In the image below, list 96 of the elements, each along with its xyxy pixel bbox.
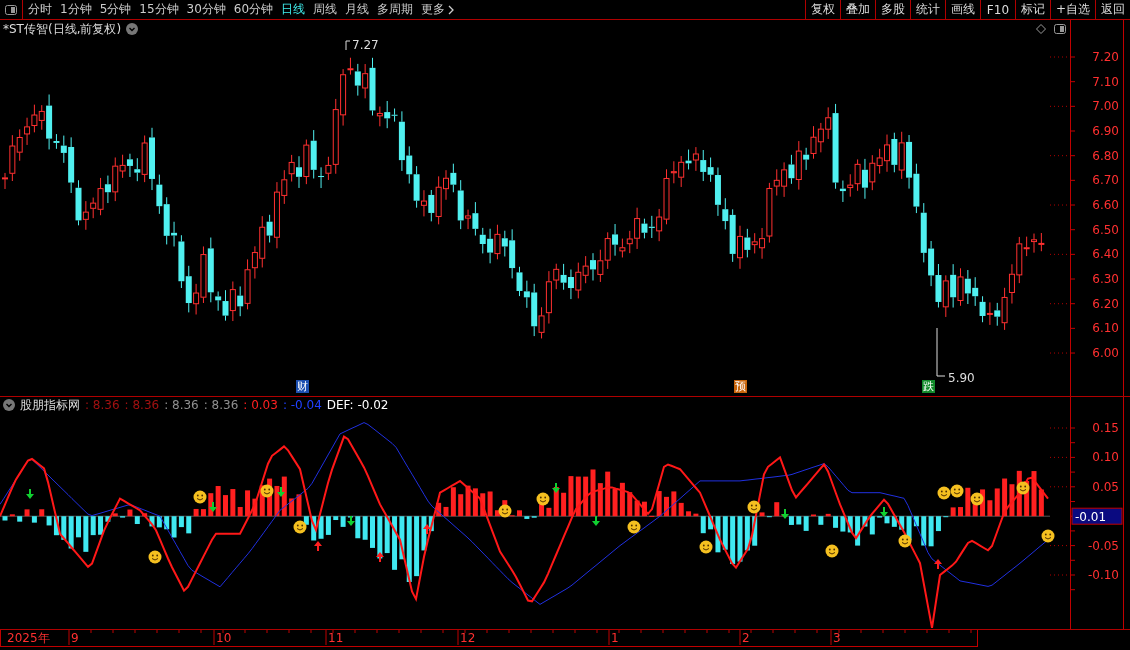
smiley-icon [1041, 529, 1055, 543]
histogram-bar [370, 516, 375, 548]
period-tab[interactable]: 分时 [28, 1, 52, 18]
price-axis-label: 7.00 [1092, 99, 1119, 114]
indicator-value: : 8.36 [85, 398, 120, 412]
panel-toggle-icon[interactable] [5, 4, 17, 15]
histogram-bar [958, 507, 963, 517]
date-axis-label: 3 [833, 631, 841, 645]
smiley-icon [825, 544, 839, 558]
smiley-icon [627, 520, 641, 534]
price-axis-label: 6.10 [1092, 321, 1119, 336]
period-tab[interactable]: 60分钟 [233, 1, 274, 18]
smiley-icon [148, 550, 162, 564]
histogram-bar [517, 510, 522, 517]
histogram-bar [788, 516, 794, 525]
price-axis-label: 6.50 [1092, 222, 1119, 237]
histogram-bar [811, 514, 816, 517]
smiley-icon [970, 492, 984, 506]
date-axis-label: 11 [328, 631, 344, 645]
leader-line [345, 40, 351, 51]
period-tab[interactable]: 月线 [345, 1, 370, 18]
price-axis-label: 7.10 [1092, 74, 1119, 89]
indicator-value: : 8.36 [124, 398, 160, 412]
date-axis-label: 9 [71, 631, 79, 645]
up-arrow-icon [423, 524, 431, 534]
dropdown-icon[interactable] [126, 23, 139, 35]
date-axis-label: 2 [742, 631, 750, 645]
histogram-bar [76, 516, 81, 538]
indicator-value: DEF: -0.02 [326, 398, 389, 412]
down-arrow-icon [347, 516, 355, 526]
smiley-icon [498, 504, 512, 518]
chevron-icon [448, 4, 456, 15]
indicator-value: : 8.36 [164, 398, 199, 412]
down-arrow-icon [592, 516, 600, 526]
indicator-axis-label: 0.05 [1092, 479, 1119, 494]
smiley-icon [293, 520, 307, 534]
dropdown-icon[interactable] [3, 399, 15, 411]
event-marker[interactable]: 财 [296, 380, 309, 393]
indicator-axis-label: 0.10 [1092, 450, 1119, 465]
down-arrow-icon [880, 507, 888, 517]
current-value-label: -0.01 [1071, 507, 1123, 525]
diamond-icon[interactable] [1036, 24, 1046, 34]
histogram-bar [664, 496, 669, 517]
up-arrow-icon [376, 552, 384, 562]
period-tab[interactable]: 日线 [281, 1, 306, 18]
period-tab[interactable]: 15分钟 [139, 1, 179, 18]
date-axis-label: 12 [460, 631, 476, 645]
down-arrow-icon [781, 509, 789, 519]
period-tab[interactable]: 5分钟 [99, 1, 132, 18]
smiley-icon [260, 484, 274, 498]
date-axis-label: 2025年 [7, 631, 50, 645]
event-marker[interactable]: 预 [734, 380, 747, 393]
smiley-icon [747, 500, 761, 514]
indicator-value: : 0.03 [243, 398, 278, 412]
down-arrow-icon [277, 487, 285, 497]
indicator-name: 股朋指标网 [20, 396, 80, 414]
period-tab[interactable]: 更多 [421, 1, 456, 18]
period-tab[interactable]: 多周期 [377, 1, 414, 18]
price-axis-label: 6.90 [1092, 124, 1119, 138]
smiley-icon [937, 486, 951, 500]
up-arrow-icon [934, 559, 942, 569]
indicator-axis-label: -0.05 [1087, 538, 1119, 553]
price-axis-label: 7.20 [1092, 50, 1119, 64]
price-axis-label: 6.00 [1092, 346, 1119, 361]
price-axis-label: 6.40 [1092, 247, 1119, 262]
low-price-label: 5.90 [948, 371, 975, 385]
indicator-axis-label: 0.15 [1092, 421, 1119, 435]
smiley-icon [898, 534, 912, 548]
period-tab[interactable]: 30分钟 [186, 1, 226, 18]
indicator-value: : -0.04 [282, 398, 322, 412]
smiley-icon [950, 484, 964, 498]
down-arrow-icon [209, 502, 217, 512]
down-arrow-icon [26, 489, 34, 499]
price-axis-label: 6.20 [1092, 296, 1119, 311]
histogram-bar [223, 495, 228, 517]
price-axis-label: 6.30 [1092, 272, 1119, 287]
chart-title: *ST传智(日线,前复权) [3, 20, 122, 38]
smiley-icon [536, 492, 550, 506]
high-price-label: 7.27 [352, 38, 379, 52]
leader-line [936, 327, 946, 377]
indicator-value: : 8.36 [203, 398, 239, 412]
indicator-axis-label: -0.10 [1087, 568, 1119, 582]
down-arrow-icon [552, 483, 560, 493]
date-axis-label: 10 [216, 631, 232, 645]
smiley-icon [699, 540, 713, 554]
period-tab[interactable]: 1分钟 [60, 1, 92, 18]
date-axis-label: 1 [611, 631, 619, 645]
up-arrow-icon [314, 541, 322, 551]
price-axis-label: 6.80 [1092, 148, 1119, 163]
period-tab[interactable]: 周线 [313, 1, 338, 18]
price-axis-label: 6.70 [1092, 173, 1119, 188]
event-marker[interactable]: 跌 [922, 380, 935, 393]
price-axis-label: 6.60 [1092, 198, 1119, 212]
smiley-icon [1016, 481, 1030, 495]
smiley-icon [193, 490, 207, 504]
panel-toggle-icon[interactable] [1054, 24, 1066, 34]
